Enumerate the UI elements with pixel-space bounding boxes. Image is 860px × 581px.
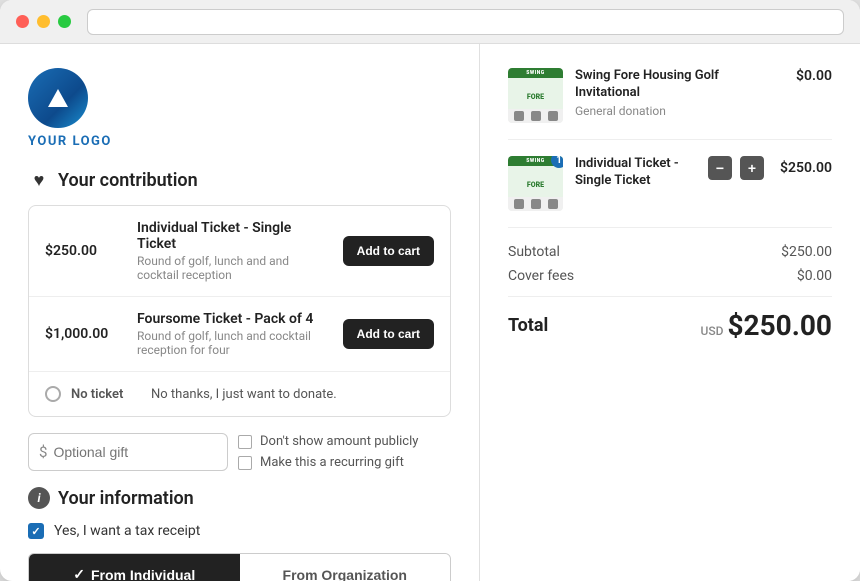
- information-title: Your information: [58, 488, 194, 509]
- qty-increase-button[interactable]: +: [740, 156, 764, 180]
- from-buttons: ✓ From Individual From Organization: [28, 553, 451, 581]
- subtotal-value: $250.00: [781, 244, 832, 260]
- heart-icon: ♥: [28, 169, 50, 191]
- gift-row: $ Don't show amount publicly Make this a…: [28, 433, 451, 471]
- logo-area: YOUR LOGO: [28, 68, 451, 149]
- dont-show-checkbox[interactable]: [238, 435, 252, 449]
- left-panel: YOUR LOGO ♥ Your contribution $250.00 In…: [0, 44, 480, 581]
- logo-circle: [28, 68, 88, 128]
- subtotal-row: Subtotal $250.00: [508, 244, 832, 260]
- cart-thumb-2: SWING FORE 1: [508, 156, 563, 211]
- cover-fees-value: $0.00: [797, 268, 832, 284]
- thumb-icons-1: [508, 109, 563, 123]
- information-header: i Your information: [28, 487, 451, 509]
- ticket-name-1: Individual Ticket - Single Ticket: [137, 220, 331, 252]
- contribution-header: ♥ Your contribution: [28, 169, 451, 191]
- url-bar[interactable]: [87, 9, 844, 35]
- tax-receipt-row[interactable]: ✓ Yes, I want a tax receipt: [28, 523, 451, 539]
- cart-item-2: SWING FORE 1: [508, 156, 832, 228]
- no-ticket-desc: No thanks, I just want to donate.: [151, 387, 337, 402]
- main-content: YOUR LOGO ♥ Your contribution $250.00 In…: [0, 44, 860, 581]
- total-amount: USD $250.00: [701, 309, 832, 342]
- dont-show-label: Don't show amount publicly: [260, 434, 418, 449]
- dollar-sign: $: [39, 443, 47, 461]
- cart-thumb-1: SWING FORE: [508, 68, 563, 123]
- from-organization-button[interactable]: From Organization: [240, 554, 451, 581]
- thumb-header-1: SWING: [508, 68, 563, 78]
- total-usd: USD: [701, 324, 724, 338]
- ticket-row-1: $250.00 Individual Ticket - Single Ticke…: [29, 206, 450, 297]
- no-ticket-radio[interactable]: [45, 386, 61, 402]
- from-individual-label: From Individual: [91, 567, 195, 581]
- no-ticket-label: No ticket: [71, 387, 141, 402]
- total-value: $250.00: [727, 309, 832, 342]
- cart-item-1: SWING FORE Swing F: [508, 68, 832, 140]
- cover-fees-row: Cover fees $0.00: [508, 268, 832, 284]
- logo-arrow-icon: [48, 89, 68, 107]
- total-row: Total USD $250.00: [508, 309, 832, 342]
- ticket-name-2: Foursome Ticket - Pack of 4: [137, 311, 331, 327]
- right-panel: SWING FORE Swing F: [480, 44, 860, 581]
- cart-item-name-1: Swing Fore Housing Golf Invitational: [575, 68, 760, 102]
- gift-checkboxes: Don't show amount publicly Make this a r…: [238, 434, 418, 470]
- gift-input-wrapper[interactable]: $: [28, 433, 228, 471]
- contribution-title: Your contribution: [58, 170, 198, 191]
- cart-item-controls-2: − + $250.00: [708, 156, 832, 180]
- checkmark-icon: ✓: [73, 566, 85, 581]
- ticket-info-1: Individual Ticket - Single Ticket Round …: [137, 220, 331, 282]
- summary-section: Subtotal $250.00 Cover fees $0.00 Total …: [508, 244, 832, 342]
- add-to-cart-button-1[interactable]: Add to cart: [343, 236, 434, 266]
- thumb-body-1: FORE: [508, 78, 563, 109]
- recurring-checkbox[interactable]: [238, 456, 252, 470]
- summary-divider: [508, 296, 832, 297]
- qty-decrease-button[interactable]: −: [708, 156, 732, 180]
- ticket-desc-1: Round of golf, lunch and and cocktail re…: [137, 254, 331, 282]
- tax-receipt-label: Yes, I want a tax receipt: [54, 523, 200, 539]
- ticket-desc-2: Round of golf, lunch and cocktail recept…: [137, 329, 331, 357]
- from-individual-button[interactable]: ✓ From Individual: [29, 554, 240, 581]
- tickets-box: $250.00 Individual Ticket - Single Ticke…: [28, 205, 451, 417]
- cart-item-sub-1: General donation: [575, 104, 760, 118]
- browser-titlebar: [0, 0, 860, 44]
- cart-item-info-2: Individual Ticket - Single Ticket: [575, 156, 696, 192]
- subtotal-label: Subtotal: [508, 244, 560, 260]
- logo-text: YOUR LOGO: [28, 134, 112, 149]
- info-icon: i: [28, 487, 50, 509]
- recurring-row[interactable]: Make this a recurring gift: [238, 455, 418, 470]
- maximize-dot[interactable]: [58, 15, 71, 28]
- total-label: Total: [508, 315, 548, 336]
- tax-receipt-checkbox[interactable]: ✓: [28, 523, 44, 539]
- cart-price-1: $0.00: [772, 68, 832, 84]
- browser-dots: [16, 15, 71, 28]
- dont-show-row[interactable]: Don't show amount publicly: [238, 434, 418, 449]
- thumb-body-2: FORE: [508, 166, 563, 197]
- ticket-info-2: Foursome Ticket - Pack of 4 Round of gol…: [137, 311, 331, 357]
- add-to-cart-button-2[interactable]: Add to cart: [343, 319, 434, 349]
- minimize-dot[interactable]: [37, 15, 50, 28]
- gift-input[interactable]: [53, 444, 217, 460]
- recurring-label: Make this a recurring gift: [260, 455, 404, 470]
- cart-item-info-1: Swing Fore Housing Golf Invitational Gen…: [575, 68, 760, 118]
- ticket-row-2: $1,000.00 Foursome Ticket - Pack of 4 Ro…: [29, 297, 450, 372]
- cover-fees-label: Cover fees: [508, 268, 574, 284]
- cart-price-2: $250.00: [772, 160, 832, 176]
- close-dot[interactable]: [16, 15, 29, 28]
- no-ticket-row[interactable]: No ticket No thanks, I just want to dona…: [29, 372, 450, 416]
- cart-item-name-2: Individual Ticket - Single Ticket: [575, 156, 696, 190]
- ticket-price-2: $1,000.00: [45, 326, 125, 342]
- ticket-price-1: $250.00: [45, 243, 125, 259]
- thumb-icons-2: [508, 197, 563, 211]
